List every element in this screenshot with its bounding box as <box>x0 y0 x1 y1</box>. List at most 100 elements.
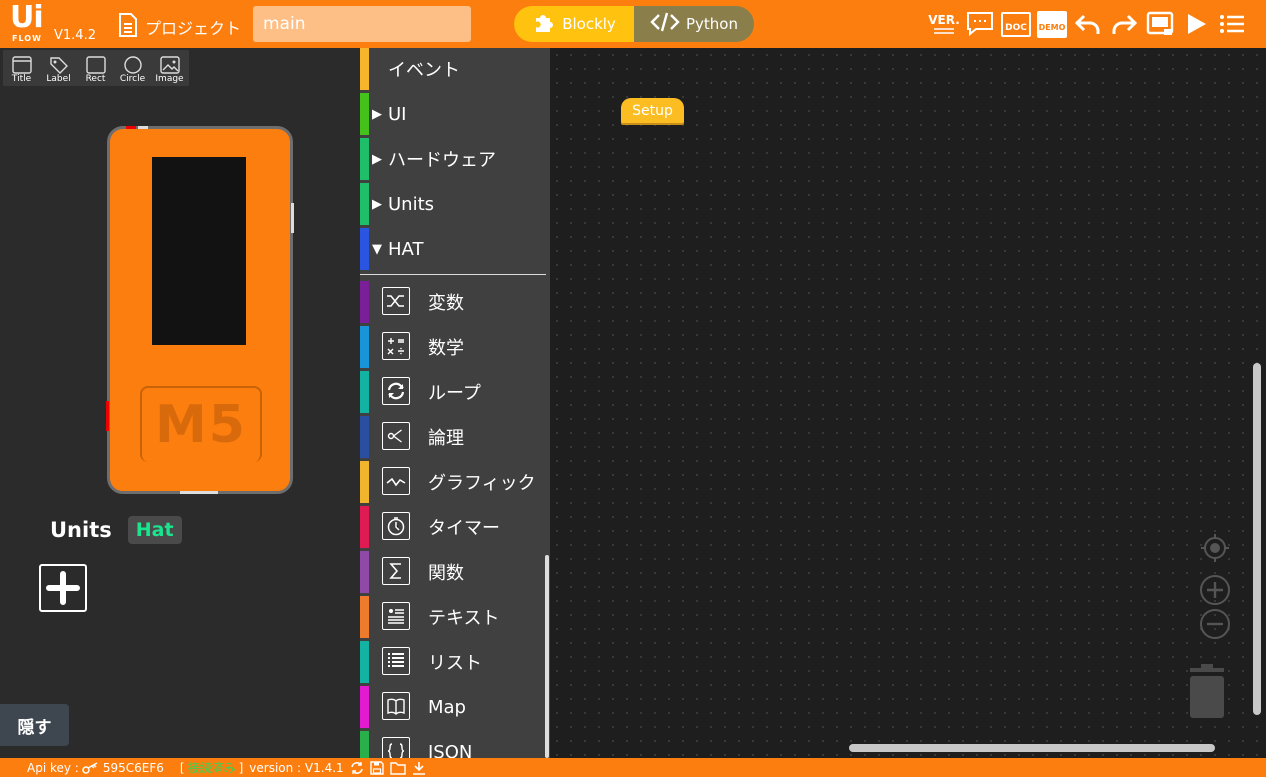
category-text[interactable]: テキスト <box>360 596 550 638</box>
category-label: テキスト <box>428 608 500 629</box>
category-hat[interactable]: ▼ HAT <box>360 228 550 270</box>
shape-rect[interactable]: Rect <box>77 50 114 86</box>
category-stripe <box>360 228 369 270</box>
category-label: グラフィック <box>428 473 536 494</box>
shape-label[interactable]: Label <box>40 50 77 86</box>
expand-arrow-icon: ▶ <box>372 106 382 122</box>
device-icon[interactable] <box>1146 8 1174 40</box>
category-units[interactable]: ▶ Units <box>360 183 550 225</box>
device-screen[interactable] <box>152 157 246 345</box>
logic-icon <box>382 422 410 450</box>
zoom-out-button[interactable] <box>1199 608 1231 640</box>
category-logic[interactable]: 論理 <box>360 416 550 458</box>
zoom-in-icon <box>1200 575 1230 605</box>
folder-icon[interactable] <box>389 761 406 775</box>
category-stripe <box>360 641 369 683</box>
project-menu[interactable]: プロジェクト <box>117 12 241 42</box>
document-icon <box>117 12 139 42</box>
units-tab[interactable]: Units <box>44 518 118 542</box>
timer-icon <box>382 512 410 540</box>
add-unit-button[interactable] <box>39 564 87 612</box>
blockly-workspace[interactable]: Setup <box>550 48 1266 758</box>
workspace-horizontal-scrollbar[interactable] <box>849 744 1215 752</box>
project-label: プロジェクト <box>145 19 242 38</box>
graph-icon <box>382 467 410 495</box>
text-icon <box>382 602 410 630</box>
blockly-mode-button[interactable]: Blockly <box>514 6 634 42</box>
category-list[interactable]: リスト <box>360 641 550 683</box>
category-stripe <box>360 596 369 638</box>
shape-rect-label: Rect <box>85 74 106 84</box>
connection-status-text: 接続済み <box>187 761 236 775</box>
category-timer[interactable]: タイマー <box>360 506 550 548</box>
top-bar: Ui FLOW V1.4.2 プロジェクト Blockly Python VER… <box>0 0 1266 48</box>
save-icon[interactable] <box>369 760 384 775</box>
refresh-icon[interactable] <box>350 761 364 775</box>
shape-image-label: Image <box>155 74 184 84</box>
device-top-port <box>138 126 148 129</box>
shape-image[interactable]: Image <box>151 50 188 86</box>
category-label: 論理 <box>428 428 464 449</box>
bracket-open-icon: [ <box>179 760 185 775</box>
demo-icon[interactable]: DEMO <box>1036 8 1068 40</box>
puzzle-icon <box>532 10 556 38</box>
trash-button[interactable] <box>1186 664 1228 722</box>
category-hardware[interactable]: ▶ ハードウェア <box>360 138 550 180</box>
category-json[interactable]: JSON <box>360 731 550 758</box>
ver-icon[interactable]: VER. <box>928 8 960 40</box>
hide-panel-button[interactable]: 隠す <box>0 704 69 746</box>
category-math[interactable]: 数学 <box>360 326 550 368</box>
tag-icon <box>49 57 68 74</box>
expand-arrow-icon: ▶ <box>372 196 382 212</box>
device-right-button <box>291 203 294 233</box>
file-name-input[interactable] <box>253 6 471 42</box>
crosshair-icon <box>1201 534 1229 562</box>
category-stripe <box>360 281 369 323</box>
category-label: 変数 <box>428 293 464 314</box>
api-key-segment: Api key : 595C6EF6 <box>27 761 164 775</box>
category-event[interactable]: イベント <box>360 48 550 90</box>
shape-circle[interactable]: Circle <box>114 50 151 86</box>
category-variables[interactable]: 変数 <box>360 281 550 323</box>
code-icon <box>650 11 680 37</box>
category-stripe <box>360 686 369 728</box>
math-icon <box>382 332 410 360</box>
shape-label-label: Label <box>46 74 71 84</box>
zoom-out-icon <box>1200 609 1230 639</box>
device-logo: M5 <box>140 386 262 462</box>
setup-block[interactable]: Setup <box>621 98 684 123</box>
download-icon[interactable] <box>412 761 426 775</box>
device-panel: Title Label Rect Circle Image M5 Units H… <box>0 48 360 758</box>
doc-icon[interactable]: DOC <box>1001 8 1031 40</box>
category-loop[interactable]: ループ <box>360 371 550 413</box>
shape-title-label: Title <box>11 74 32 84</box>
recenter-button[interactable] <box>1200 533 1230 563</box>
category-stripe <box>360 371 369 413</box>
category-functions[interactable]: 関数 <box>360 551 550 593</box>
menu-icon[interactable] <box>1218 8 1246 40</box>
device-side-button <box>106 401 109 431</box>
run-icon[interactable] <box>1182 8 1210 40</box>
rect-icon <box>85 56 106 74</box>
category-ui[interactable]: ▶ UI <box>360 93 550 135</box>
logo-ui-text: Ui <box>10 0 44 35</box>
zoom-in-button[interactable] <box>1199 574 1231 606</box>
units-tabs: Units Hat <box>44 516 182 544</box>
undo-icon[interactable] <box>1074 8 1102 40</box>
category-label: JSON <box>428 741 473 759</box>
category-map[interactable]: Map <box>360 686 550 728</box>
chat-icon[interactable] <box>966 8 994 40</box>
shape-title[interactable]: Title <box>3 50 40 86</box>
list-icon <box>382 647 410 675</box>
mode-toggle[interactable]: Blockly Python <box>514 6 754 42</box>
device-bottom-port <box>180 491 218 494</box>
redo-icon[interactable] <box>1110 8 1138 40</box>
toolbox-scrollbar[interactable] <box>545 555 549 758</box>
map-icon <box>382 692 410 720</box>
python-mode-button[interactable]: Python <box>634 6 754 42</box>
workspace-vertical-scrollbar[interactable] <box>1253 363 1261 715</box>
blockly-label: Blockly <box>562 15 616 33</box>
category-graphic[interactable]: グラフィック <box>360 461 550 503</box>
category-label: タイマー <box>428 518 500 539</box>
hat-tab[interactable]: Hat <box>127 516 182 544</box>
